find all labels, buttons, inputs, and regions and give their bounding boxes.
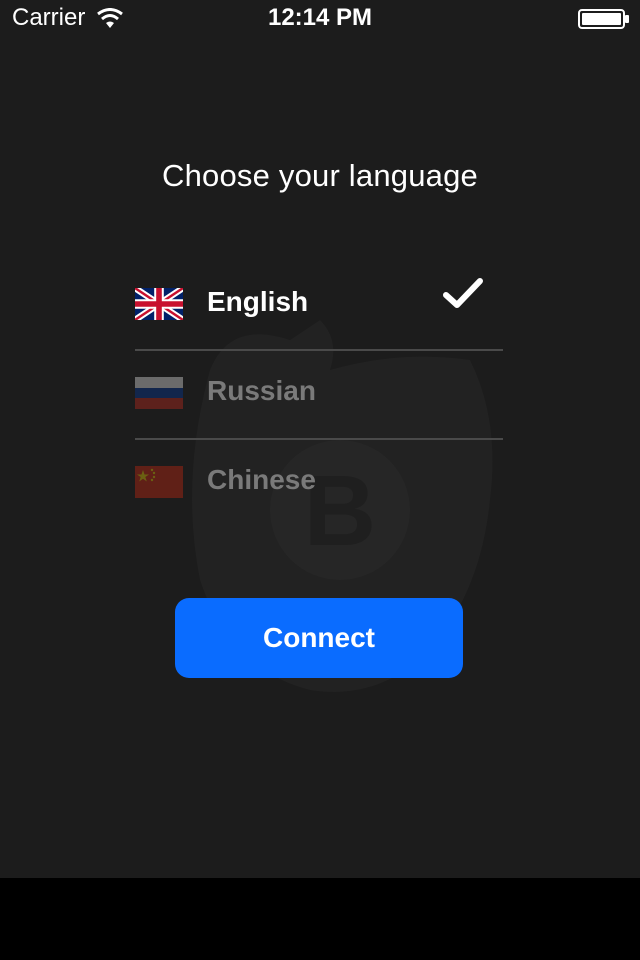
language-option-russian[interactable]: Russian	[135, 351, 503, 440]
checkmark-icon	[443, 278, 483, 308]
page-title: Choose your language	[162, 158, 478, 193]
uk-flag-icon	[135, 288, 183, 320]
status-bar: Carrier 12:14 PM	[0, 0, 640, 38]
china-flag-icon	[135, 466, 183, 498]
language-label: English	[207, 286, 309, 317]
language-list: English Russian Chinese	[135, 262, 503, 527]
language-label: Chinese	[207, 464, 316, 495]
language-label: Russian	[207, 375, 316, 406]
language-option-english[interactable]: English	[135, 262, 503, 351]
connect-button[interactable]: Connect	[175, 598, 463, 678]
status-time: 12:14 PM	[267, 4, 373, 31]
language-option-chinese[interactable]: Chinese	[135, 440, 503, 527]
russia-flag-icon	[135, 377, 183, 409]
battery-full-icon	[578, 9, 629, 29]
language-screen: B Carrier 12:14 PM Choose your language …	[0, 0, 640, 878]
bottom-black-area	[0, 878, 640, 960]
